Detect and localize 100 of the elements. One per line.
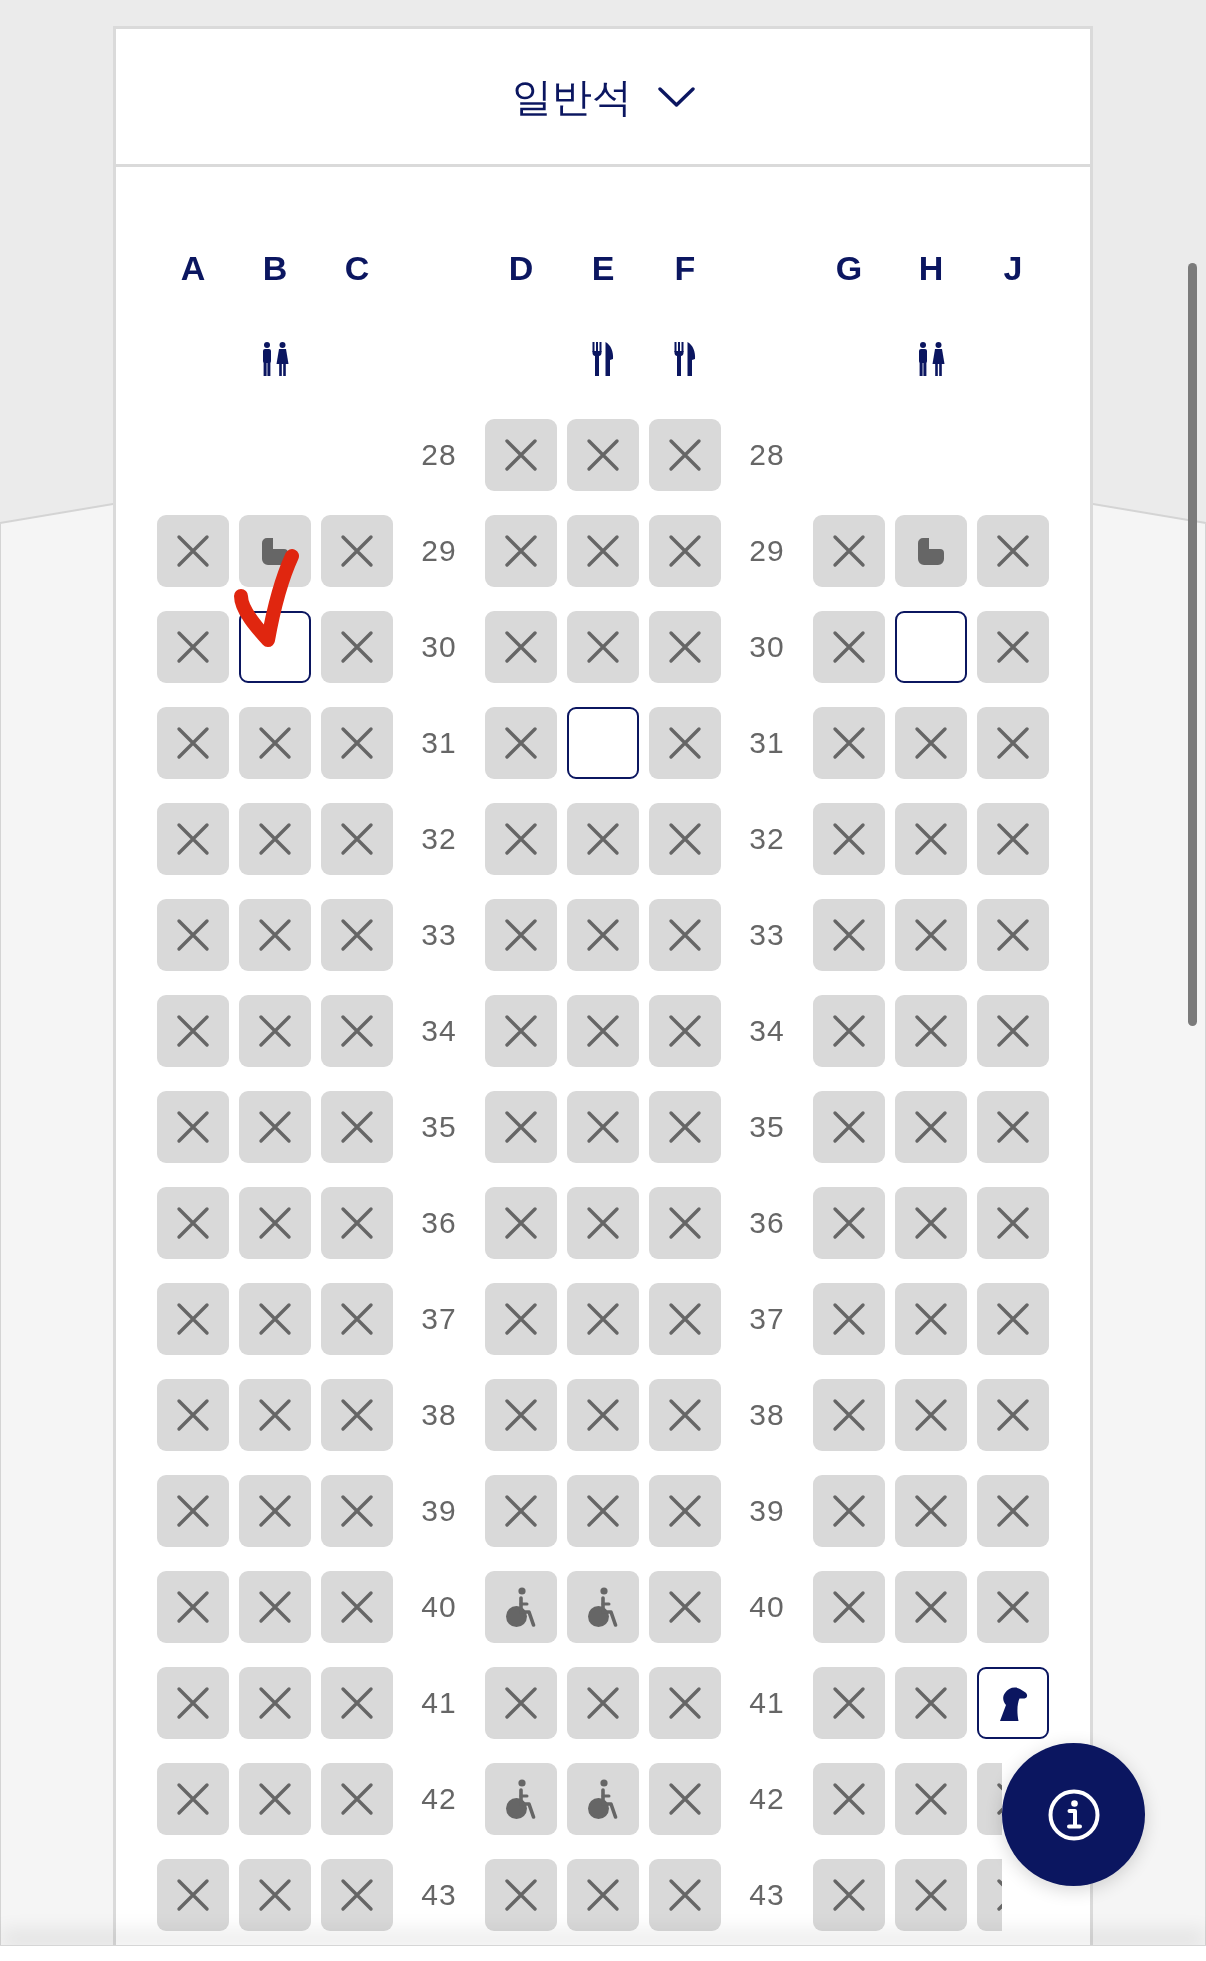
occupied-seat[interactable]: [977, 1475, 1049, 1547]
occupied-seat[interactable]: [649, 515, 721, 587]
occupied-seat[interactable]: [485, 1379, 557, 1451]
occupied-seat[interactable]: [977, 1859, 1002, 1931]
occupied-seat[interactable]: [977, 1571, 1049, 1643]
unavailable-seat[interactable]: [895, 515, 967, 587]
occupied-seat[interactable]: [321, 1379, 393, 1451]
occupied-seat[interactable]: [649, 611, 721, 683]
available-seat[interactable]: [567, 707, 639, 779]
occupied-seat[interactable]: [567, 1379, 639, 1451]
occupied-seat[interactable]: [895, 1283, 967, 1355]
occupied-seat[interactable]: [649, 707, 721, 779]
occupied-seat[interactable]: [977, 1091, 1049, 1163]
occupied-seat[interactable]: [567, 1187, 639, 1259]
occupied-seat[interactable]: [813, 611, 885, 683]
occupied-seat[interactable]: [157, 1859, 229, 1931]
occupied-seat[interactable]: [567, 1091, 639, 1163]
occupied-seat[interactable]: [649, 1187, 721, 1259]
occupied-seat[interactable]: [485, 995, 557, 1067]
occupied-seat[interactable]: [977, 803, 1049, 875]
occupied-seat[interactable]: [567, 419, 639, 491]
occupied-seat[interactable]: [649, 803, 721, 875]
occupied-seat[interactable]: [239, 1571, 311, 1643]
occupied-seat[interactable]: [649, 1763, 721, 1835]
occupied-seat[interactable]: [239, 899, 311, 971]
occupied-seat[interactable]: [157, 1763, 229, 1835]
occupied-seat[interactable]: [157, 1571, 229, 1643]
occupied-seat[interactable]: [321, 1859, 393, 1931]
occupied-seat[interactable]: [895, 995, 967, 1067]
occupied-seat[interactable]: [567, 1859, 639, 1931]
occupied-seat[interactable]: [567, 899, 639, 971]
occupied-seat[interactable]: [813, 1859, 885, 1931]
occupied-seat[interactable]: [321, 995, 393, 1067]
occupied-seat[interactable]: [485, 611, 557, 683]
occupied-seat[interactable]: [977, 1379, 1049, 1451]
occupied-seat[interactable]: [813, 1571, 885, 1643]
occupied-seat[interactable]: [567, 611, 639, 683]
occupied-seat[interactable]: [321, 515, 393, 587]
occupied-seat[interactable]: [157, 899, 229, 971]
occupied-seat[interactable]: [649, 1091, 721, 1163]
occupied-seat[interactable]: [157, 1283, 229, 1355]
occupied-seat[interactable]: [567, 803, 639, 875]
unavailable-seat[interactable]: [239, 515, 311, 587]
occupied-seat[interactable]: [813, 1475, 885, 1547]
occupied-seat[interactable]: [157, 1667, 229, 1739]
occupied-seat[interactable]: [649, 995, 721, 1067]
wheelchair-seat[interactable]: [485, 1763, 557, 1835]
wheelchair-seat[interactable]: [485, 1571, 557, 1643]
occupied-seat[interactable]: [895, 1763, 967, 1835]
occupied-seat[interactable]: [813, 995, 885, 1067]
occupied-seat[interactable]: [813, 1667, 885, 1739]
occupied-seat[interactable]: [239, 1379, 311, 1451]
occupied-seat[interactable]: [813, 1379, 885, 1451]
occupied-seat[interactable]: [321, 1475, 393, 1547]
wheelchair-seat[interactable]: [567, 1763, 639, 1835]
occupied-seat[interactable]: [157, 611, 229, 683]
occupied-seat[interactable]: [895, 1091, 967, 1163]
occupied-seat[interactable]: [813, 1187, 885, 1259]
occupied-seat[interactable]: [567, 1283, 639, 1355]
occupied-seat[interactable]: [977, 707, 1049, 779]
occupied-seat[interactable]: [649, 1475, 721, 1547]
occupied-seat[interactable]: [321, 1763, 393, 1835]
occupied-seat[interactable]: [485, 1475, 557, 1547]
occupied-seat[interactable]: [321, 1571, 393, 1643]
occupied-seat[interactable]: [321, 1283, 393, 1355]
occupied-seat[interactable]: [239, 707, 311, 779]
occupied-seat[interactable]: [239, 995, 311, 1067]
occupied-seat[interactable]: [157, 1475, 229, 1547]
occupied-seat[interactable]: [895, 1187, 967, 1259]
occupied-seat[interactable]: [321, 611, 393, 683]
occupied-seat[interactable]: [485, 419, 557, 491]
occupied-seat[interactable]: [485, 515, 557, 587]
occupied-seat[interactable]: [813, 515, 885, 587]
cabin-dropdown[interactable]: 일반석: [501, 66, 705, 127]
occupied-seat[interactable]: [895, 1379, 967, 1451]
occupied-seat[interactable]: [239, 803, 311, 875]
occupied-seat[interactable]: [813, 1763, 885, 1835]
occupied-seat[interactable]: [157, 803, 229, 875]
occupied-seat[interactable]: [485, 899, 557, 971]
occupied-seat[interactable]: [977, 1187, 1049, 1259]
occupied-seat[interactable]: [649, 419, 721, 491]
occupied-seat[interactable]: [895, 1475, 967, 1547]
occupied-seat[interactable]: [895, 1859, 967, 1931]
occupied-seat[interactable]: [321, 1091, 393, 1163]
occupied-seat[interactable]: [485, 707, 557, 779]
occupied-seat[interactable]: [977, 611, 1049, 683]
occupied-seat[interactable]: [321, 803, 393, 875]
occupied-seat[interactable]: [239, 1667, 311, 1739]
occupied-seat[interactable]: [485, 1859, 557, 1931]
occupied-seat[interactable]: [649, 1283, 721, 1355]
occupied-seat[interactable]: [239, 1475, 311, 1547]
occupied-seat[interactable]: [239, 1859, 311, 1931]
occupied-seat[interactable]: [157, 1187, 229, 1259]
occupied-seat[interactable]: [485, 1091, 557, 1163]
occupied-seat[interactable]: [321, 1187, 393, 1259]
occupied-seat[interactable]: [649, 1379, 721, 1451]
occupied-seat[interactable]: [649, 1859, 721, 1931]
occupied-seat[interactable]: [157, 1379, 229, 1451]
occupied-seat[interactable]: [321, 899, 393, 971]
occupied-seat[interactable]: [813, 803, 885, 875]
